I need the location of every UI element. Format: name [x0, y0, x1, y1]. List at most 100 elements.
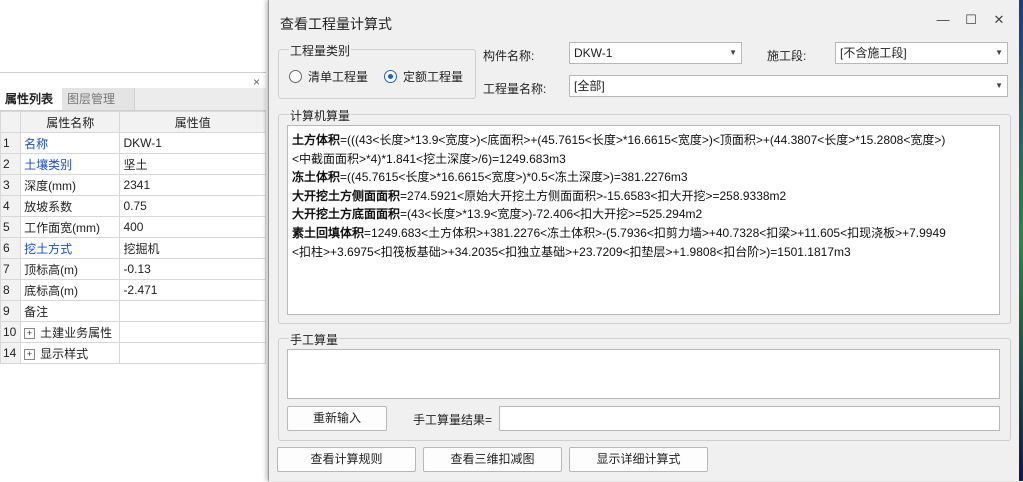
close-icon[interactable]: ✕: [989, 10, 1009, 30]
calc-expression: <扣柱>+3.6975<扣筏板基础>+34.2035<扣独立基础>+23.720…: [292, 244, 851, 259]
properties-tab-bar: 属性列表 图层管理: [0, 88, 266, 111]
row-number: 5: [0, 216, 22, 238]
component-name-combo[interactable]: DKW-1 ▼: [569, 42, 742, 64]
tab-layer-management[interactable]: 图层管理: [62, 88, 135, 110]
row-number: 10: [0, 321, 22, 343]
property-row[interactable]: 10 + 土建业务属性: [0, 321, 266, 343]
construction-section-value: [不含施工段]: [840, 46, 907, 60]
radio-bill-quantity[interactable]: [289, 70, 302, 83]
view-3d-deduction-button[interactable]: 查看三维扣减图: [423, 447, 562, 472]
row-number: 7: [0, 258, 22, 280]
property-row[interactable]: 3 深度(mm) 2341: [0, 174, 266, 196]
property-name-cell: 放坡系数: [20, 195, 121, 217]
property-row[interactable]: 4 放坡系数 0.75: [0, 195, 266, 217]
property-name: 深度(mm): [24, 178, 77, 193]
calc-expression: =((45.7615<长度>*16.6615<宽度>)*0.5<冻土深度>)=3…: [340, 170, 688, 185]
property-value-cell[interactable]: 挖掘机: [119, 237, 266, 259]
property-name-header: 属性名称: [20, 111, 121, 133]
property-row[interactable]: 6 挖土方式 挖掘机: [0, 237, 266, 259]
expand-icon[interactable]: +: [24, 327, 36, 339]
calc-term: 冻土体积: [292, 170, 341, 185]
property-value-cell[interactable]: [119, 300, 266, 322]
quantity-type-options: 清单工程量 定额工程量: [289, 68, 473, 85]
row-number: 14: [0, 342, 22, 364]
row-number-header: [0, 111, 22, 133]
quantity-name-combo[interactable]: [全部] ▼: [569, 75, 1008, 97]
dialog-title: 查看工程量计算式: [280, 16, 392, 32]
property-row[interactable]: 14 + 显示样式: [0, 342, 266, 364]
radio-bill-quantity-label[interactable]: 清单工程量: [308, 68, 368, 85]
quantity-name-value: [全部]: [574, 79, 605, 93]
manual-result-label: 手工算量结果=: [413, 413, 493, 427]
component-name-value: DKW-1: [574, 46, 613, 60]
quantity-formula-dialog: 查看工程量计算式 — ☐ ✕ 工程量类别 清单工程量 定额工程量 构件名称: D…: [268, 0, 1019, 481]
chevron-down-icon: ▼: [729, 48, 737, 57]
property-row[interactable]: 9 备注: [0, 300, 266, 322]
radio-quota-quantity[interactable]: [384, 70, 398, 83]
calc-formula-line: 冻土体积=((45.7615<长度>*16.6615<宽度>)*0.5<冻土深度…: [292, 168, 994, 187]
component-name-label: 构件名称:: [483, 49, 535, 63]
calc-formula-line: <中截面面积>*4)*1.841<挖土深度>/6)=1249.683m3: [292, 150, 994, 169]
property-name: 挖土方式: [24, 241, 73, 256]
property-value-cell[interactable]: 2341: [119, 174, 266, 196]
property-row[interactable]: 5 工作面宽(mm) 400: [0, 216, 266, 238]
calc-formula-text: 土方体积=(((43<长度>*13.9<宽度>)<底面积>+(45.7615<长…: [292, 131, 994, 261]
property-table: 属性名称 属性值 1 名称 DKW-1 2 土壤类别 坚土 3 深度(mm) 2341 4 放坡系数…: [0, 111, 266, 364]
property-name-cell: 土壤类别: [20, 153, 121, 175]
property-table-header: 属性名称 属性值: [0, 111, 266, 133]
view-calc-rules-button[interactable]: 查看计算规则: [277, 447, 416, 472]
calc-formula-line: <扣柱>+3.6975<扣筏板基础>+34.2035<扣独立基础>+23.720…: [292, 243, 994, 262]
minimize-icon[interactable]: —: [933, 10, 953, 30]
property-name-cell: 工作面宽(mm): [20, 216, 121, 238]
expand-icon[interactable]: +: [24, 348, 36, 360]
reenter-button[interactable]: 重新输入: [287, 406, 387, 431]
close-icon[interactable]: ×: [253, 75, 260, 89]
property-row[interactable]: 7 顶标高(m) -0.13: [0, 258, 266, 280]
calc-formula-line: 素土回填体积=1249.683<土方体积>+381.2276<冻土体积>-(5.…: [292, 224, 994, 243]
calc-formula-line: 土方体积=(((43<长度>*13.9<宽度>)<底面积>+(45.7615<长…: [292, 131, 994, 150]
property-value-cell[interactable]: 坚土: [119, 153, 266, 175]
property-value-cell[interactable]: DKW-1: [119, 132, 266, 154]
property-name-cell: 名称: [20, 132, 121, 154]
show-detailed-formula-button[interactable]: 显示详细计算式: [569, 447, 708, 472]
chevron-down-icon: ▼: [995, 48, 1003, 57]
manual-formula-input[interactable]: [287, 349, 1000, 399]
calc-formula-box[interactable]: 土方体积=(((43<长度>*13.9<宽度>)<底面积>+(45.7615<长…: [287, 125, 1000, 315]
computer-calc-group: 计算机算量 土方体积=(((43<长度>*13.9<宽度>)<底面积>+(45.…: [278, 107, 1011, 324]
property-name-cell: 深度(mm): [20, 174, 121, 196]
property-value-cell[interactable]: -0.13: [119, 258, 266, 280]
calc-term: 大开挖土方底面面积: [292, 207, 401, 222]
property-value-cell[interactable]: [119, 321, 266, 343]
row-number: 2: [0, 153, 22, 175]
manual-calc-group: 手工算量 重新输入 手工算量结果=: [278, 331, 1011, 441]
construction-section-combo[interactable]: [不含施工段] ▼: [835, 42, 1008, 64]
property-row[interactable]: 8 底标高(m) -2.471: [0, 279, 266, 301]
property-value-cell[interactable]: 0.75: [119, 195, 266, 217]
property-value-cell[interactable]: 400: [119, 216, 266, 238]
calc-expression: =274.5921<原始大开挖土方侧面面积>-15.6583<扣大开挖>=258…: [400, 188, 787, 203]
property-value-cell[interactable]: [119, 342, 266, 364]
property-row[interactable]: 2 土壤类别 坚土: [0, 153, 266, 175]
property-name-cell: 顶标高(m): [20, 258, 121, 280]
quantity-type-label: 工程量类别: [289, 42, 352, 59]
calc-formula-line: 大开挖土方底面面积=(43<长度>*13.9<宽度>)-72.406<扣大开挖>…: [292, 205, 994, 224]
quantity-type-group: 工程量类别 清单工程量 定额工程量: [278, 42, 476, 99]
property-name: 备注: [24, 304, 49, 319]
property-name-cell: 底标高(m): [20, 279, 121, 301]
property-name: 顶标高(m): [24, 262, 79, 277]
property-value-header: 属性值: [119, 111, 266, 133]
property-row[interactable]: 1 名称 DKW-1: [0, 132, 266, 154]
property-value-cell[interactable]: -2.471: [119, 279, 266, 301]
maximize-icon[interactable]: ☐: [961, 10, 981, 30]
manual-result-field[interactable]: [499, 406, 1000, 431]
property-name-cell: + 土建业务属性: [20, 321, 121, 343]
computer-calc-label: 计算机算量: [289, 107, 352, 124]
property-name: 放坡系数: [24, 199, 73, 214]
calc-term: 素土回填体积: [292, 225, 365, 240]
radio-quota-quantity-label[interactable]: 定额工程量: [403, 68, 463, 85]
canvas-area-blank: [0, 0, 268, 70]
tab-property-list[interactable]: 属性列表: [0, 88, 67, 110]
row-number: 3: [0, 174, 22, 196]
property-name-cell: + 显示样式: [20, 342, 121, 364]
row-number: 6: [0, 237, 22, 259]
